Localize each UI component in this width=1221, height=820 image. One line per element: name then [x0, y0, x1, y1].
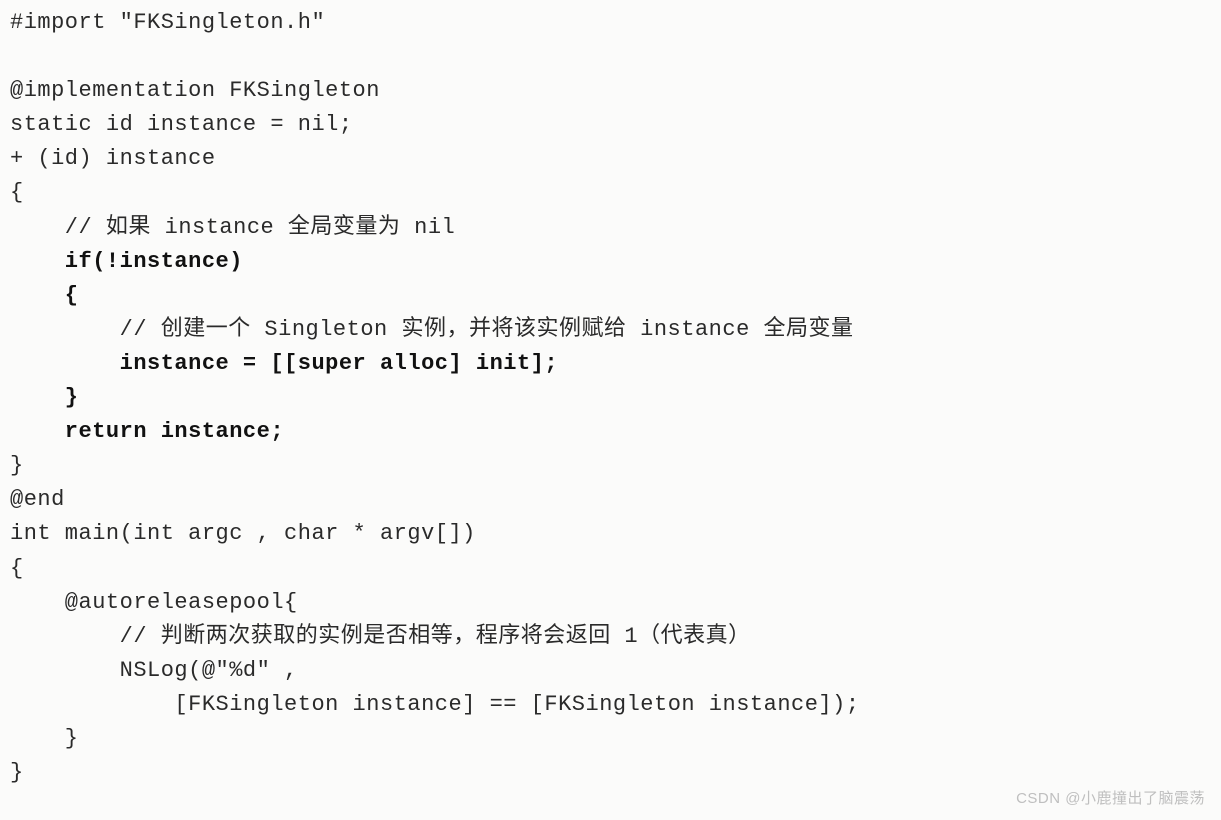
code-line: static id instance = nil; — [10, 112, 353, 137]
code-line: if(!instance) — [10, 249, 243, 274]
code-line: [FKSingleton instance] == [FKSingleton i… — [10, 692, 860, 717]
code-line: @end — [10, 487, 65, 512]
code-line: return instance; — [10, 419, 284, 444]
code-block: #import "FKSingleton.h" @implementation … — [0, 0, 1221, 790]
code-line: instance = [[super alloc] init]; — [10, 351, 558, 376]
code-line: } — [10, 726, 79, 751]
code-line: // 创建一个 Singleton 实例，并将该实例赋给 instance 全局… — [10, 317, 853, 342]
code-line: { — [10, 556, 24, 581]
code-line: @implementation FKSingleton — [10, 78, 380, 103]
code-line: NSLog(@"%d" , — [10, 658, 298, 683]
code-line: @autoreleasepool{ — [10, 590, 298, 615]
code-line: } — [10, 760, 24, 785]
watermark-text: CSDN @小鹿撞出了脑震荡 — [1016, 787, 1205, 810]
code-line: int main(int argc , char * argv[]) — [10, 521, 476, 546]
code-line: #import "FKSingleton.h" — [10, 10, 325, 35]
code-line: + (id) instance — [10, 146, 216, 171]
code-line: // 判断两次获取的实例是否相等，程序将会返回 1（代表真） — [10, 624, 751, 649]
code-line: } — [10, 453, 24, 478]
code-line: // 如果 instance 全局变量为 nil — [10, 215, 455, 240]
code-line: { — [10, 180, 24, 205]
code-line: } — [10, 385, 79, 410]
code-line: { — [10, 283, 79, 308]
